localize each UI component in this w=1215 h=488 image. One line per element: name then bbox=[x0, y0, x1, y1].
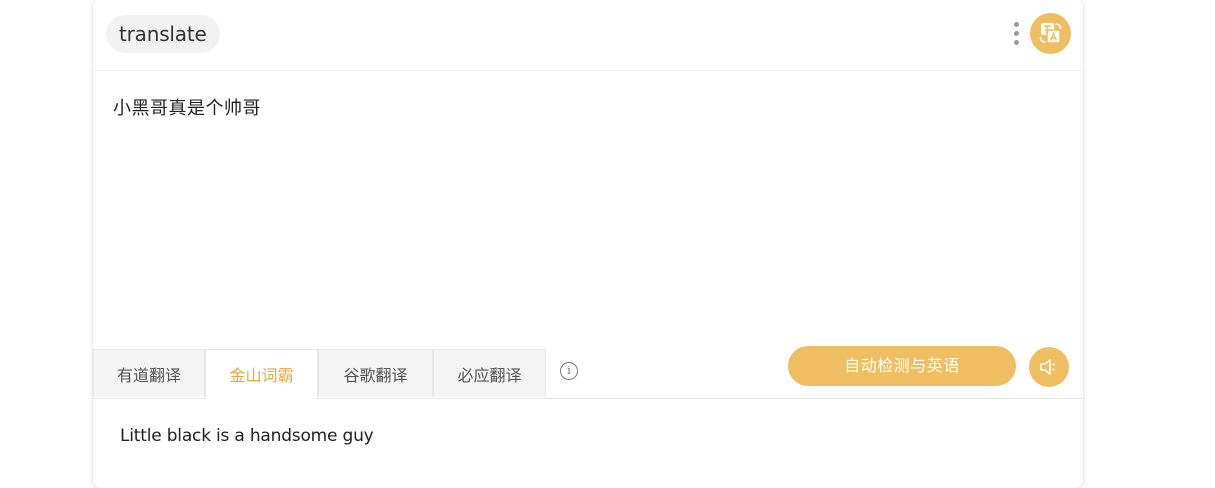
translate-panel: translate 小黑哥真是个帅哥 有道翻译 金山词霸 谷歌翻译 必应翻译 i… bbox=[93, 0, 1083, 488]
source-text-area[interactable]: 小黑哥真是个帅哥 bbox=[113, 94, 261, 120]
panel-header: translate bbox=[93, 0, 1083, 71]
speaker-icon[interactable] bbox=[1029, 347, 1069, 387]
tab-bing[interactable]: 必应翻译 bbox=[433, 349, 546, 397]
info-icon[interactable]: i bbox=[560, 362, 578, 380]
tab-google[interactable]: 谷歌翻译 bbox=[318, 349, 433, 397]
tab-youdao[interactable]: 有道翻译 bbox=[93, 349, 205, 397]
result-text: Little black is a handsome guy bbox=[120, 426, 374, 446]
vertical-ellipsis-icon[interactable] bbox=[1012, 20, 1020, 48]
translate-logo-icon[interactable] bbox=[1030, 13, 1071, 54]
language-detect-button[interactable]: 自动检测与英语 bbox=[788, 346, 1016, 386]
translate-chip[interactable]: translate bbox=[106, 15, 220, 53]
tab-jinshan[interactable]: 金山词霸 bbox=[205, 349, 318, 399]
